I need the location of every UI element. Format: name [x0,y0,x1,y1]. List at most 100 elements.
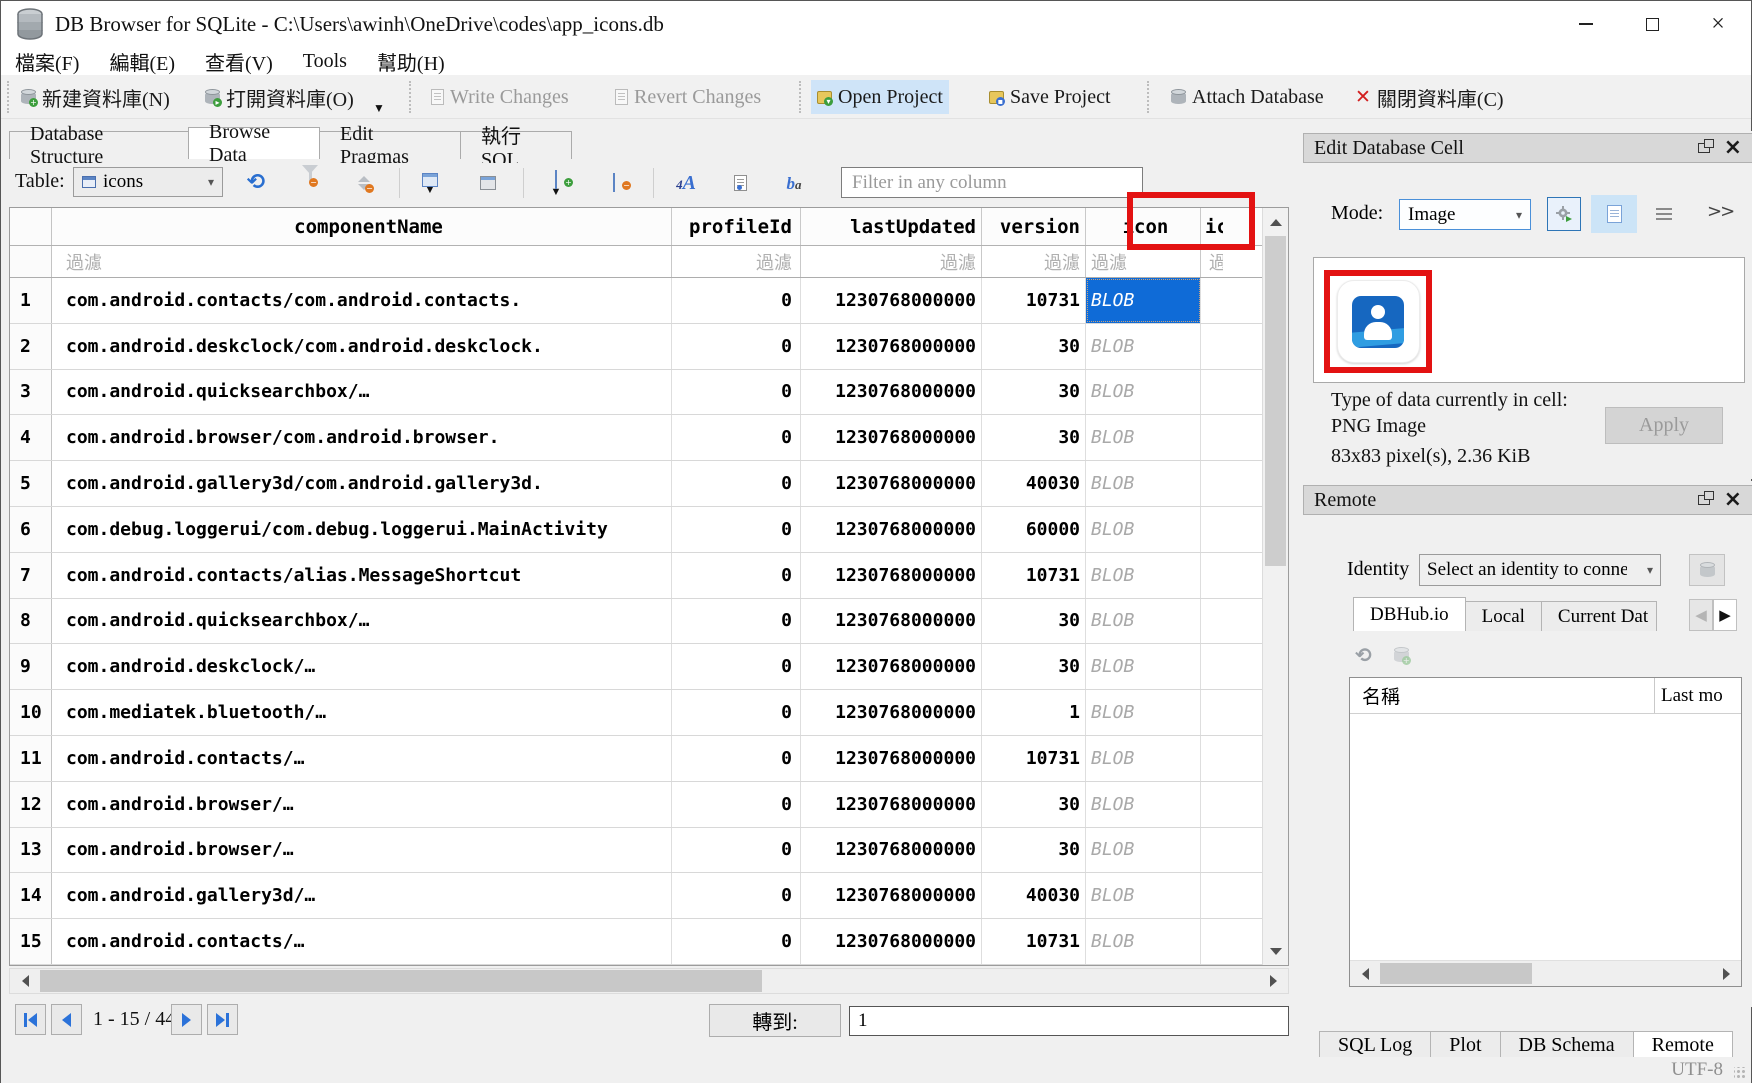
save-results-button[interactable]: ▼ [413,167,447,199]
cell-lastUpdated[interactable]: 1230768000000 [801,278,982,323]
cell-version[interactable]: 30 [982,415,1086,460]
cell-overflow[interactable] [1201,736,1223,781]
clear-filters-button[interactable]: − [293,167,327,199]
cell-componentName[interactable]: com.android.contacts/alias.MessageShortc… [52,553,672,598]
tab-plot[interactable]: Plot [1430,1031,1500,1060]
cell-profileId[interactable]: 0 [672,644,801,689]
cell-icon-blob[interactable]: BLOB [1086,278,1201,323]
goto-button[interactable]: 轉到: [709,1004,841,1037]
cell-componentName[interactable]: com.android.contacts/com.android.contact… [52,278,672,323]
remote-scroll-thumb[interactable] [1380,963,1532,984]
menu-tools[interactable]: Tools [303,50,347,73]
attach-database-button[interactable]: Attach Database [1165,80,1330,114]
cell-profileId[interactable]: 0 [672,873,801,918]
cell-lastUpdated[interactable]: 1230768000000 [801,324,982,369]
first-record-button[interactable] [15,1004,46,1035]
row-number[interactable]: 4 [10,415,52,460]
cell-icon-blob[interactable]: BLOB [1086,370,1201,415]
cell-overflow[interactable] [1201,644,1223,689]
remote-column-last-modified[interactable]: Last mo [1655,678,1741,713]
cell-icon-blob[interactable]: BLOB [1086,324,1201,369]
cell-componentName[interactable]: com.android.browser/com.android.browser. [52,415,672,460]
tab-local[interactable]: Local [1465,601,1542,631]
cell-lastUpdated[interactable]: 1230768000000 [801,599,982,644]
scroll-down-icon[interactable] [1263,939,1289,963]
cell-lastUpdated[interactable]: 1230768000000 [801,553,982,598]
row-number[interactable]: 9 [10,644,52,689]
cell-icon-blob[interactable]: BLOB [1086,873,1201,918]
cell-lastUpdated[interactable]: 1230768000000 [801,690,982,735]
horizontal-scroll-thumb[interactable] [40,970,762,992]
mode-select[interactable]: Image ▾ [1399,199,1531,230]
table-row[interactable]: 3com.android.quicksearchbox/…01230768000… [10,370,1262,416]
filter-input-component[interactable]: 過濾 [52,246,672,277]
cell-icon-blob[interactable]: BLOB [1086,599,1201,644]
cell-overflow[interactable] [1201,415,1223,460]
cell-icon-blob[interactable]: BLOB [1086,828,1201,873]
column-header-componentName[interactable]: componentName [52,208,672,245]
cell-icon-blob[interactable]: BLOB [1086,507,1201,552]
table-row[interactable]: 12com.android.browser/…0123076800000030B… [10,782,1262,828]
cell-icon-blob[interactable]: BLOB [1086,736,1201,781]
table-row[interactable]: 13com.android.browser/…0123076800000030B… [10,828,1262,874]
column-header-version[interactable]: version [982,208,1086,245]
tab-dbhub[interactable]: DBHub.io [1353,597,1466,631]
cell-lastUpdated[interactable]: 1230768000000 [801,507,982,552]
close-database-button[interactable]: ✕ 關閉資料庫(C) [1349,80,1510,114]
row-number[interactable]: 12 [10,782,52,827]
print-button[interactable] [471,167,505,199]
column-header-icon[interactable]: icon [1086,208,1201,245]
font-settings-button[interactable]: 4A [669,167,703,199]
row-number[interactable]: 1 [10,278,52,323]
cell-icon-blob[interactable]: BLOB [1086,461,1201,506]
float-panel-icon[interactable] [1698,143,1710,153]
remote-column-name[interactable]: 名稱 [1350,678,1655,713]
menu-view[interactable]: 查看(V) [205,47,273,76]
table-row[interactable]: 5com.android.gallery3d/com.android.galle… [10,461,1262,507]
last-record-button[interactable] [207,1004,238,1035]
next-page-button[interactable] [171,1004,202,1035]
refresh-button[interactable]: ⟲ [239,167,273,199]
cell-profileId[interactable]: 0 [672,919,801,964]
cell-lastUpdated[interactable]: 1230768000000 [801,782,982,827]
cell-componentName[interactable]: com.android.browser/… [52,782,672,827]
cell-overflow[interactable] [1201,919,1223,964]
cell-overflow[interactable] [1201,599,1223,644]
cell-overflow[interactable] [1201,828,1223,873]
row-number[interactable]: 5 [10,461,52,506]
scroll-right-icon[interactable] [1713,962,1739,986]
delete-record-button[interactable]: − [597,167,631,199]
row-number[interactable]: 13 [10,828,52,873]
filter-input-ic[interactable]: 過濾 [1201,246,1223,277]
row-number[interactable]: 7 [10,553,52,598]
tab-sql-log[interactable]: SQL Log [1319,1031,1431,1060]
cell-version[interactable]: 10731 [982,736,1086,781]
cell-overflow[interactable] [1201,278,1223,323]
filter-input-updated[interactable]: 過濾 [801,246,982,277]
tab-execute-sql[interactable]: 執行 SQL [460,131,572,159]
condensed-view-button[interactable]: ba [777,167,811,199]
import-data-button[interactable] [1547,197,1581,231]
open-database-dropdown-icon[interactable]: ▼ [373,101,385,116]
filter-input-icon[interactable]: 過濾 [1086,246,1201,277]
cell-overflow[interactable] [1201,782,1223,827]
cell-lastUpdated[interactable]: 1230768000000 [801,644,982,689]
cell-profileId[interactable]: 0 [672,736,801,781]
cell-lastUpdated[interactable]: 1230768000000 [801,461,982,506]
text-mode-button[interactable] [1591,195,1637,233]
cell-profileId[interactable]: 0 [672,690,801,735]
vertical-scroll-thumb[interactable] [1265,236,1286,566]
maximize-button[interactable] [1619,1,1685,47]
cell-lastUpdated[interactable]: 1230768000000 [801,415,982,460]
row-number[interactable]: 2 [10,324,52,369]
open-project-button[interactable]: ▾ Open Project [811,80,949,114]
row-number[interactable]: 3 [10,370,52,415]
tab-db-schema[interactable]: DB Schema [1500,1031,1634,1060]
cell-overflow[interactable] [1201,324,1223,369]
filter-any-column-input[interactable] [841,167,1143,198]
cell-version[interactable]: 30 [982,324,1086,369]
cell-version[interactable]: 10731 [982,553,1086,598]
filter-input-profile[interactable]: 過濾 [672,246,801,277]
remote-refresh-icon[interactable]: ⟲ [1355,643,1372,667]
cell-icon-blob[interactable]: BLOB [1086,415,1201,460]
